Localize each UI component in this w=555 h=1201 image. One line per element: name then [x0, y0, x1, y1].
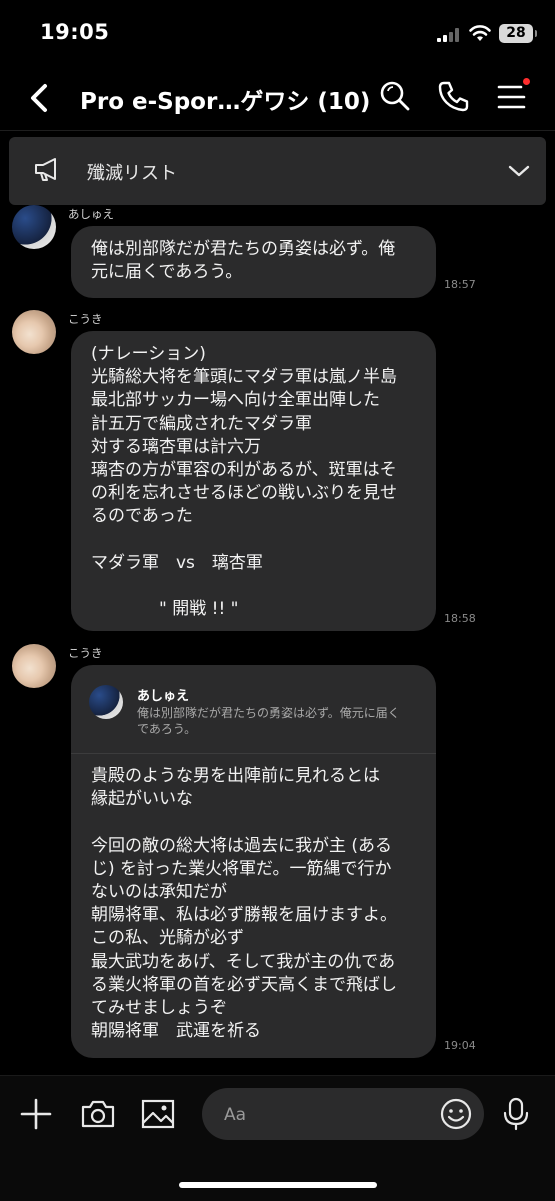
message-time: 18:57: [444, 278, 476, 291]
reply-avatar: [89, 685, 123, 719]
signal-icon: [437, 28, 461, 42]
wifi-icon: [469, 25, 491, 41]
header-divider: [0, 130, 555, 131]
message-bubble[interactable]: あしゅえ 俺は別部隊だが君たちの勇姿は必ず。俺元に届く であろう。 貴殿のような…: [71, 665, 436, 1058]
battery-indicator: 28: [499, 24, 537, 43]
message-text: 俺は別部隊だが君たちの勇姿は必ず。俺 元に届くであろう。: [91, 239, 396, 283]
back-chevron-icon[interactable]: [22, 78, 58, 118]
avatar[interactable]: [12, 644, 56, 688]
avatar[interactable]: [12, 310, 56, 354]
home-indicator[interactable]: [179, 1182, 377, 1188]
notification-dot: [523, 78, 530, 85]
sender-name: こうき: [68, 312, 103, 326]
announcement-bar[interactable]: 殲滅リスト: [9, 137, 546, 205]
phone-icon[interactable]: [436, 78, 472, 114]
message-time: 19:04: [444, 1039, 476, 1052]
chevron-down-icon[interactable]: [507, 163, 531, 179]
reply-quote[interactable]: あしゅえ 俺は別部隊だが君たちの勇姿は必ず。俺元に届く であろう。: [71, 665, 436, 754]
emoji-icon[interactable]: [439, 1097, 473, 1131]
status-time: 19:05: [40, 20, 110, 44]
chat-title[interactable]: Pro e-Spor…ゲワシ (10): [80, 82, 370, 116]
status-bar: 19:05 28: [0, 0, 555, 64]
sender-name: こうき: [68, 646, 103, 660]
megaphone-icon: [35, 158, 56, 181]
announcement-text: 殲滅リスト: [87, 163, 177, 184]
message-bubble[interactable]: 俺は別部隊だが君たちの勇姿は必ず。俺 元に届くであろう。: [71, 226, 436, 298]
message-bubble[interactable]: (ナレーション) 光騎総大将を筆頭にマダラ軍は嵐ノ半島 最北部サッカー場へ向け全…: [71, 331, 436, 631]
image-icon[interactable]: [140, 1098, 176, 1130]
message-text: (ナレーション) 光騎総大将を筆頭にマダラ軍は嵐ノ半島 最北部サッカー場へ向け全…: [91, 344, 397, 620]
message-input[interactable]: [222, 1101, 426, 1129]
chat-header: Pro e-Spor…ゲワシ (10): [0, 64, 555, 132]
plus-icon[interactable]: [20, 1098, 52, 1130]
avatar[interactable]: [12, 205, 56, 249]
message-text: 貴殿のような男を出陣前に見れるとは 縁起がいいな 今回の敵の総大将は過去に我が主…: [91, 766, 397, 1042]
microphone-icon[interactable]: [502, 1096, 530, 1132]
sender-name: あしゅえ: [68, 207, 114, 221]
search-icon[interactable]: [377, 78, 413, 114]
reply-quote-text: 俺は別部隊だが君たちの勇姿は必ず。俺元に届く であろう。: [137, 706, 400, 736]
message-time: 18:58: [444, 612, 476, 625]
camera-icon[interactable]: [80, 1098, 116, 1130]
message-input-field[interactable]: [202, 1088, 484, 1140]
